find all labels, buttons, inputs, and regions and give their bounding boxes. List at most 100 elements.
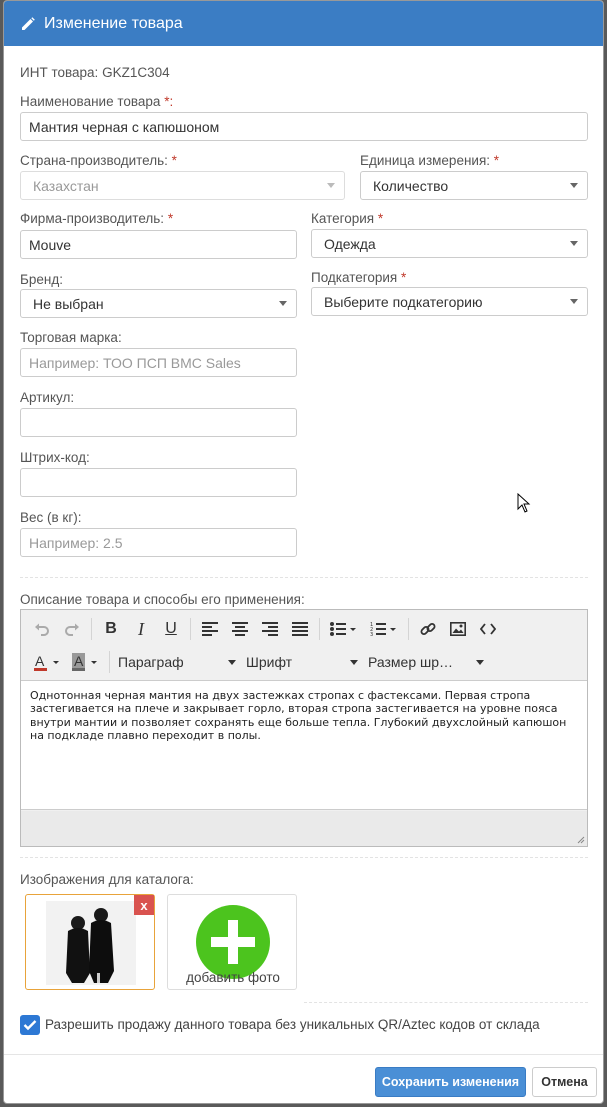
allow-sale-label: Разрешить продажу данного товара без уни… — [45, 1017, 540, 1032]
add-photo-label: добавить фото — [186, 970, 280, 985]
delete-image-button[interactable]: x — [134, 895, 154, 915]
description-text: Однотонная черная мантия на двух застежк… — [30, 689, 567, 742]
add-photo-button[interactable]: добавить фото — [167, 894, 297, 990]
caret-down-icon — [570, 183, 578, 188]
product-photo — [46, 901, 136, 985]
product-int-label: ИНТ товара: — [20, 65, 99, 80]
numbered-list-icon[interactable]: 123 — [364, 615, 404, 643]
category-select[interactable]: Одежда — [311, 229, 588, 258]
caret-down-icon — [350, 659, 358, 665]
name-label: Наименование товара *: — [20, 94, 173, 109]
paragraph-dropdown[interactable]: Параграф — [118, 654, 236, 670]
country-select[interactable]: Казахстан — [20, 171, 345, 200]
country-select-value: Казахстан — [33, 177, 99, 194]
add-circle-icon — [196, 905, 270, 979]
category-label: Категория * — [311, 211, 383, 226]
font-dropdown[interactable]: Шрифт — [246, 654, 358, 670]
caret-down-icon — [570, 241, 578, 246]
paragraph-dropdown-label: Параграф — [118, 654, 184, 670]
editor-content[interactable]: Однотонная черная мантия на двух застежк… — [21, 680, 587, 810]
text-color-icon[interactable]: A — [29, 648, 67, 676]
brand-label: Бренд: — [20, 272, 63, 287]
bold-icon[interactable]: B — [96, 615, 126, 643]
resize-handle-icon[interactable] — [577, 836, 585, 844]
weight-label-text: Вес (в кг): — [20, 510, 82, 525]
image-icon[interactable] — [443, 615, 473, 643]
allow-sale-checkbox[interactable] — [20, 1015, 40, 1035]
required-mark: * — [171, 153, 177, 168]
bullet-list-icon[interactable] — [324, 615, 364, 643]
brand-select-value: Не выбран — [33, 295, 104, 312]
editor-toolbar-row-2: A A Параграф Шрифт Размер шр… — [29, 646, 484, 678]
subcategory-select[interactable]: Выберите подкатегорию — [311, 287, 588, 316]
editor-statusbar — [21, 811, 587, 846]
font-size-dropdown-label: Размер шр… — [368, 654, 454, 670]
required-mark: *: — [164, 94, 174, 109]
images-label: Изображения для каталога: — [20, 872, 194, 887]
cancel-button-label: Отмена — [541, 1075, 588, 1089]
name-input[interactable]: Мантия черная с капюшоном — [20, 112, 588, 141]
redo-icon[interactable] — [57, 615, 87, 643]
description-label-text: Описание товара и способы его применения… — [20, 592, 305, 607]
svg-text:A: A — [35, 653, 45, 669]
delete-image-label: x — [140, 897, 148, 913]
italic-icon[interactable]: I — [126, 615, 156, 643]
modal-header: Изменение товара — [4, 1, 603, 46]
unit-label: Единица измерения: * — [360, 153, 499, 168]
svg-text:A: A — [74, 653, 84, 669]
brand-label-text: Бренд: — [20, 272, 63, 287]
editor-toolbar-row-1: B I U 123 — [27, 613, 503, 645]
unit-select[interactable]: Количество — [360, 171, 588, 200]
caret-down-icon — [570, 299, 578, 304]
underline-icon[interactable]: U — [156, 615, 186, 643]
caret-down-icon — [476, 659, 484, 665]
category-select-value: Одежда — [324, 235, 376, 252]
rich-text-editor: B I U 123 A A Параграф Шрифт Размер шр… … — [20, 609, 588, 847]
required-mark: * — [377, 211, 384, 226]
divider — [304, 1002, 588, 1003]
highlight-color-icon[interactable]: A — [67, 648, 105, 676]
required-mark: * — [493, 153, 500, 168]
article-label: Артикул: — [20, 390, 74, 405]
code-view-icon[interactable] — [473, 615, 503, 643]
footer-divider — [4, 1054, 603, 1055]
description-label: Описание товара и способы его применения… — [20, 592, 305, 607]
trademark-label-text: Торговая марка: — [20, 330, 122, 345]
unit-select-value: Количество — [373, 177, 449, 194]
font-dropdown-label: Шрифт — [246, 654, 293, 670]
edit-product-modal: Изменение товара ИНТ товара: GKZ1C304 На… — [3, 0, 604, 1104]
pencil-icon — [20, 16, 36, 32]
save-changes-button[interactable]: Сохранить изменения — [375, 1067, 526, 1097]
barcode-input[interactable] — [20, 468, 297, 497]
align-center-icon[interactable] — [225, 615, 255, 643]
catalog-image-thumb[interactable]: x — [25, 894, 155, 990]
align-right-icon[interactable] — [255, 615, 285, 643]
required-mark: * — [167, 211, 174, 226]
cancel-button[interactable]: Отмена — [532, 1067, 597, 1097]
company-input[interactable]: Mouve — [20, 230, 297, 259]
trademark-input[interactable]: Например: ТОО ПСП BMC Sales — [20, 348, 297, 377]
undo-icon[interactable] — [27, 615, 57, 643]
product-int-value: GKZ1C304 — [102, 65, 170, 80]
name-input-value: Мантия черная с капюшоном — [29, 118, 220, 135]
subcategory-label-text: Подкатегория — [311, 270, 398, 285]
svg-text:3: 3 — [370, 632, 373, 636]
checkmark-icon — [23, 1020, 37, 1031]
brand-select[interactable]: Не выбран — [20, 289, 297, 318]
font-size-dropdown[interactable]: Размер шр… — [368, 654, 484, 670]
toolbar-separator — [109, 651, 110, 673]
link-icon[interactable] — [413, 615, 443, 643]
company-input-value: Mouve — [29, 236, 72, 253]
align-left-icon[interactable] — [195, 615, 225, 643]
article-input[interactable] — [20, 408, 297, 437]
align-justify-icon[interactable] — [285, 615, 315, 643]
caret-down-icon — [228, 659, 236, 665]
divider — [20, 577, 588, 578]
toolbar-separator — [91, 618, 92, 640]
subcategory-label: Подкатегория * — [311, 270, 406, 285]
name-label-text: Наименование товара — [20, 94, 161, 109]
weight-input[interactable]: Например: 2.5 — [20, 528, 297, 557]
divider — [20, 857, 588, 858]
subcategory-select-value: Выберите подкатегорию — [324, 293, 483, 310]
country-label: Страна-производитель: * — [20, 153, 177, 168]
